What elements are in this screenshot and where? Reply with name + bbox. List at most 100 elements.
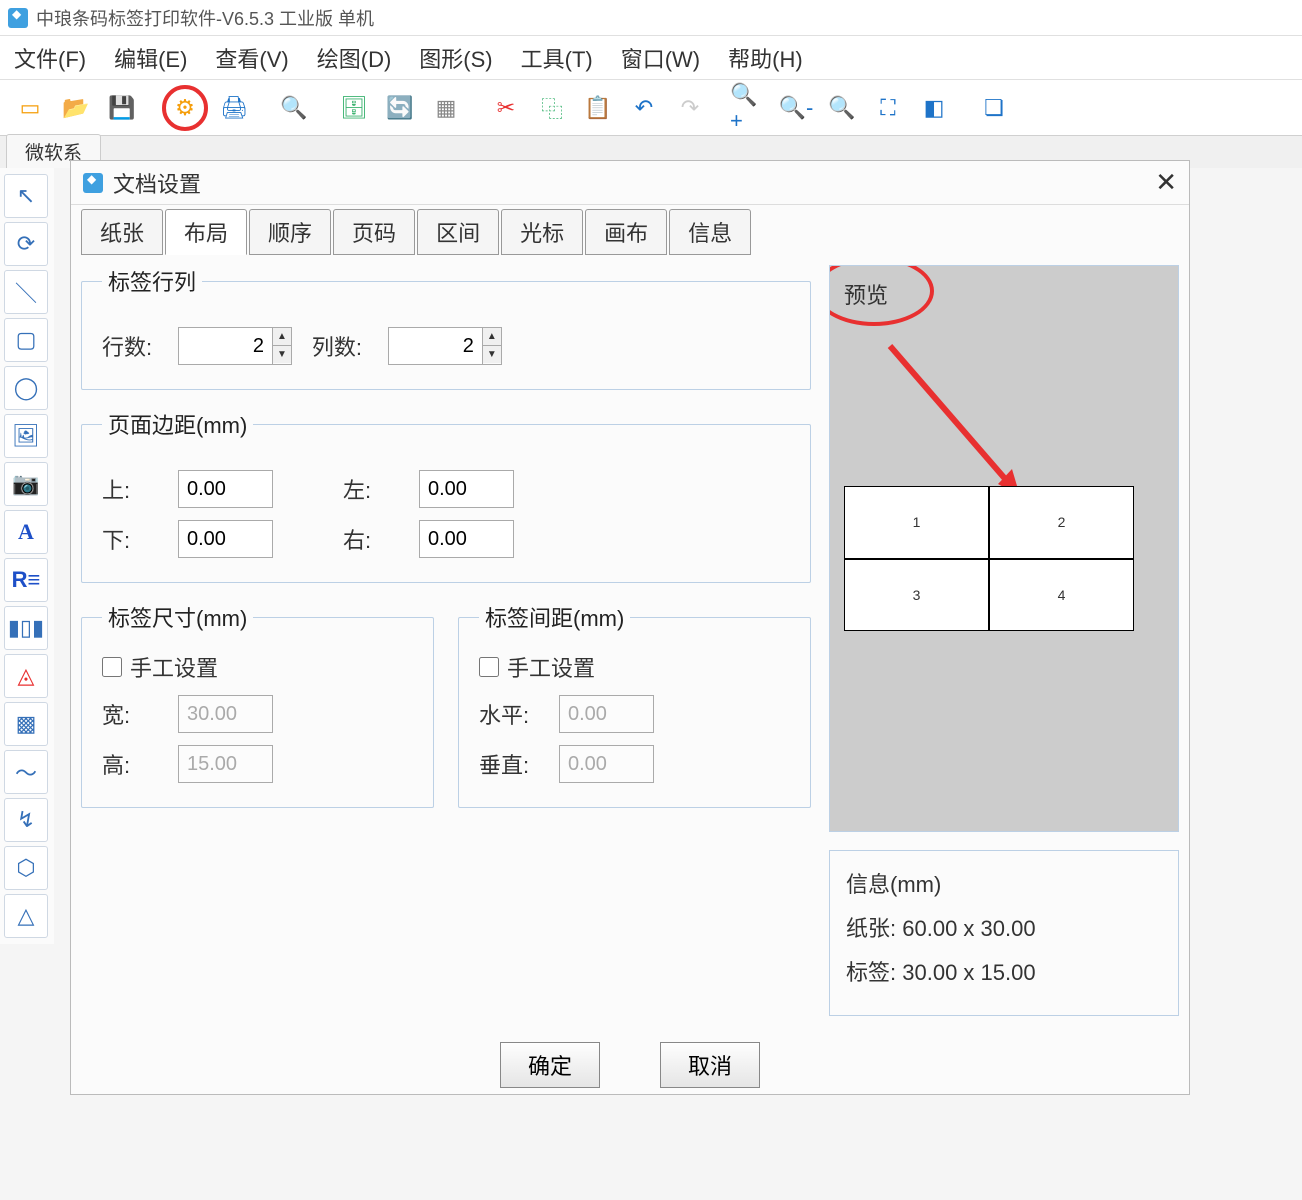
zoom-in-icon[interactable]: 🔍+ [730, 88, 770, 128]
margin-top-input[interactable] [178, 470, 273, 508]
menu-edit[interactable]: 编辑(E) [114, 42, 187, 74]
width-label: 宽: [102, 698, 158, 730]
info-label-value: 30.00 x 15.00 [902, 960, 1035, 985]
print-icon[interactable]: 🖨 [214, 88, 254, 128]
paste-icon[interactable]: 📋 [578, 88, 618, 128]
grid-icon[interactable]: ▦ [426, 88, 466, 128]
height-input[interactable] [178, 745, 273, 783]
roundrect-tool-icon[interactable]: ▢ [4, 318, 48, 362]
shape-tool-icon[interactable]: ◬ [4, 654, 48, 698]
select-tool-icon[interactable]: ↖ [4, 174, 48, 218]
preview-panel: 预览 1 2 3 4 [829, 265, 1179, 832]
tab-range[interactable]: 区间 [417, 209, 499, 255]
menu-file[interactable]: 文件(F) [14, 42, 86, 74]
margin-bottom-input[interactable] [178, 520, 273, 558]
gap-v-input[interactable] [559, 745, 654, 783]
save-icon[interactable]: 💾 [102, 88, 142, 128]
tab-paper[interactable]: 纸张 [81, 209, 163, 255]
menubar: 文件(F) 编辑(E) 查看(V) 绘图(D) 图形(S) 工具(T) 窗口(W… [0, 36, 1302, 80]
menu-tools[interactable]: 工具(T) [521, 42, 593, 74]
size-manual-label: 手工设置 [130, 651, 218, 683]
close-icon[interactable]: ✕ [1155, 167, 1177, 198]
settings-icon[interactable]: ⚙ [162, 85, 208, 131]
size-legend: 标签尺寸(mm) [102, 601, 253, 633]
polygon-tool-icon[interactable]: ⬡ [4, 846, 48, 890]
tab-cursor[interactable]: 光标 [501, 209, 583, 255]
rows-input[interactable] [178, 327, 273, 365]
curve-tool-icon[interactable]: 〜 [4, 750, 48, 794]
new-icon[interactable]: ▭ [10, 88, 50, 128]
gap-group: 标签间距(mm) 手工设置 水平: 垂直: [458, 601, 811, 808]
tab-order[interactable]: 顺序 [249, 209, 331, 255]
rows-down-icon[interactable]: ▼ [273, 346, 291, 363]
menu-draw[interactable]: 绘图(D) [317, 42, 392, 74]
rows-label: 行数: [102, 330, 158, 362]
margins-legend: 页面边距(mm) [102, 408, 253, 440]
dialog-title: 文档设置 [113, 167, 201, 199]
open-icon[interactable]: 📂 [56, 88, 96, 128]
margins-group: 页面边距(mm) 上: 左: 下: 右: [81, 408, 811, 583]
image-tool-icon[interactable]: 🖼 [4, 414, 48, 458]
rows-up-icon[interactable]: ▲ [273, 328, 291, 346]
node-tool-icon[interactable]: ↯ [4, 798, 48, 842]
size-manual-checkbox[interactable] [102, 657, 122, 677]
margin-left-input[interactable] [419, 470, 514, 508]
zoom-actual-icon[interactable]: 🔍 [822, 88, 862, 128]
width-input[interactable] [178, 695, 273, 733]
copy-icon[interactable]: ⿻ [532, 88, 572, 128]
margin-right-input[interactable] [419, 520, 514, 558]
toolbar: ▭ 📂 💾 ⚙ 🖨 🔍 🗄 🔄 ▦ ✂ ⿻ 📋 ↶ ↷ 🔍+ 🔍- 🔍 ⛶ ◧ … [0, 80, 1302, 136]
dialog-tabs: 纸张 布局 顺序 页码 区间 光标 画布 信息 [71, 205, 1189, 255]
cols-up-icon[interactable]: ▲ [483, 328, 501, 346]
margin-right-label: 右: [343, 523, 399, 555]
menu-help[interactable]: 帮助(H) [728, 42, 803, 74]
cut-icon[interactable]: ✂ [486, 88, 526, 128]
arrange-icon[interactable]: ❏ [974, 88, 1014, 128]
qrcode-tool-icon[interactable]: ▩ [4, 702, 48, 746]
undo-icon[interactable]: ↶ [624, 88, 664, 128]
tab-info[interactable]: 信息 [669, 209, 751, 255]
database-refresh-icon[interactable]: 🔄 [380, 88, 420, 128]
menu-graphics[interactable]: 图形(S) [419, 42, 492, 74]
line-tool-icon[interactable]: ＼ [4, 270, 48, 314]
preview-icon[interactable]: 🔍 [274, 88, 314, 128]
triangle-tool-icon[interactable]: △ [4, 894, 48, 938]
cols-label: 列数: [312, 330, 368, 362]
annotation-ellipse [829, 265, 934, 326]
redo-icon[interactable]: ↷ [670, 88, 710, 128]
rotate-tool-icon[interactable]: ⟳ [4, 222, 48, 266]
tab-pagenum[interactable]: 页码 [333, 209, 415, 255]
gap-manual-checkbox[interactable] [479, 657, 499, 677]
richtext-tool-icon[interactable]: R≡ [4, 558, 48, 602]
gap-legend: 标签间距(mm) [479, 601, 630, 633]
tab-layout[interactable]: 布局 [165, 209, 247, 255]
fit-width-icon[interactable]: ◧ [914, 88, 954, 128]
picture-tool-icon[interactable]: 📷 [4, 462, 48, 506]
barcode-tool-icon[interactable]: ▮▯▮ [4, 606, 48, 650]
app-icon [8, 8, 28, 28]
text-tool-icon[interactable]: A [4, 510, 48, 554]
cols-down-icon[interactable]: ▼ [483, 346, 501, 363]
margin-bottom-label: 下: [102, 523, 158, 555]
database-icon[interactable]: 🗄 [334, 88, 374, 128]
height-label: 高: [102, 748, 158, 780]
menu-window[interactable]: 窗口(W) [621, 42, 700, 74]
fit-screen-icon[interactable]: ⛶ [868, 88, 908, 128]
preview-cell: 2 [989, 486, 1134, 559]
cancel-button[interactable]: 取消 [660, 1042, 760, 1088]
zoom-out-icon[interactable]: 🔍- [776, 88, 816, 128]
tab-canvas[interactable]: 画布 [585, 209, 667, 255]
cols-input[interactable] [388, 327, 483, 365]
ellipse-tool-icon[interactable]: ◯ [4, 366, 48, 410]
titlebar: 中琅条码标签打印软件-V6.5.3 工业版 单机 [0, 0, 1302, 36]
gap-h-label: 水平: [479, 698, 539, 730]
ok-button[interactable]: 确定 [500, 1042, 600, 1088]
info-panel: 信息(mm) 纸张: 60.00 x 30.00 标签: 30.00 x 15.… [829, 850, 1179, 1016]
info-paper-label: 纸张: [846, 916, 896, 941]
gap-h-input[interactable] [559, 695, 654, 733]
menu-view[interactable]: 查看(V) [215, 42, 288, 74]
gap-manual-label: 手工设置 [507, 651, 595, 683]
dialog-titlebar: 文档设置 ✕ [71, 161, 1189, 205]
preview-cell: 1 [844, 486, 989, 559]
dialog-footer: 确定 取消 [71, 1026, 1189, 1104]
